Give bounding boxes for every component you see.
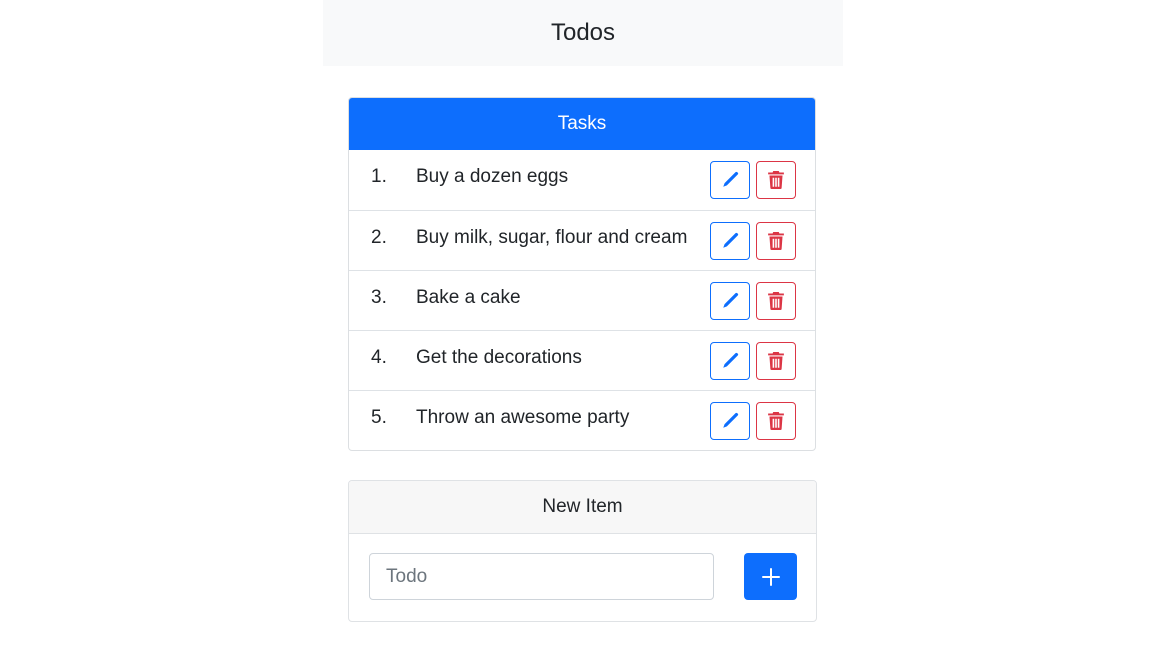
pencil-icon xyxy=(721,352,739,370)
edit-button[interactable] xyxy=(710,402,750,440)
trash-icon xyxy=(768,171,784,189)
task-number: 3. xyxy=(371,287,387,308)
new-item-card: New Item xyxy=(348,480,817,622)
task-item: 1. Buy a dozen eggs xyxy=(349,150,815,210)
pencil-icon xyxy=(721,292,739,310)
delete-button[interactable] xyxy=(756,402,796,440)
page-title: Todos xyxy=(550,19,616,46)
pencil-icon xyxy=(721,232,739,250)
task-item: 3. Bake a cake xyxy=(349,270,815,330)
delete-button[interactable] xyxy=(756,222,796,260)
pencil-icon xyxy=(721,171,739,189)
tasks-card-header: Tasks xyxy=(349,98,815,150)
task-number: 1. xyxy=(371,166,387,187)
task-number: 2. xyxy=(371,227,387,248)
edit-button[interactable] xyxy=(710,282,750,320)
tasks-card-title: Tasks xyxy=(557,113,607,134)
task-text: Throw an awesome party xyxy=(416,407,630,428)
pencil-icon xyxy=(721,412,739,430)
task-text: Buy a dozen eggs xyxy=(416,166,569,187)
trash-icon xyxy=(768,352,784,370)
tasks-card: Tasks 1. Buy a dozen eggs 2. Buy milk, s… xyxy=(348,97,816,451)
add-button[interactable] xyxy=(744,553,797,600)
task-item: 2. Buy milk, sugar, flour and cream xyxy=(349,210,815,270)
navbar: Todos xyxy=(323,0,843,66)
trash-icon xyxy=(768,292,784,310)
new-item-card-header: New Item xyxy=(349,481,816,534)
task-text: Get the decorations xyxy=(416,347,582,368)
task-item: 5. Throw an awesome party xyxy=(349,390,815,450)
task-number: 5. xyxy=(371,407,387,428)
delete-button[interactable] xyxy=(756,161,796,199)
task-number: 4. xyxy=(371,347,387,368)
plus-icon xyxy=(761,567,780,586)
delete-button[interactable] xyxy=(756,342,796,380)
edit-button[interactable] xyxy=(710,161,750,199)
todo-app: Todos Tasks 1. Buy a dozen eggs 2. Buy m… xyxy=(0,0,1167,663)
task-text: Bake a cake xyxy=(416,287,521,308)
task-list: 1. Buy a dozen eggs 2. Buy milk, sugar, … xyxy=(349,150,815,450)
edit-button[interactable] xyxy=(710,222,750,260)
trash-icon xyxy=(768,412,784,430)
trash-icon xyxy=(768,232,784,250)
new-item-title: New Item xyxy=(542,496,623,517)
edit-button[interactable] xyxy=(710,342,750,380)
task-item: 4. Get the decorations xyxy=(349,330,815,390)
todo-input[interactable] xyxy=(369,553,714,600)
delete-button[interactable] xyxy=(756,282,796,320)
task-text: Buy milk, sugar, flour and cream xyxy=(416,227,688,248)
